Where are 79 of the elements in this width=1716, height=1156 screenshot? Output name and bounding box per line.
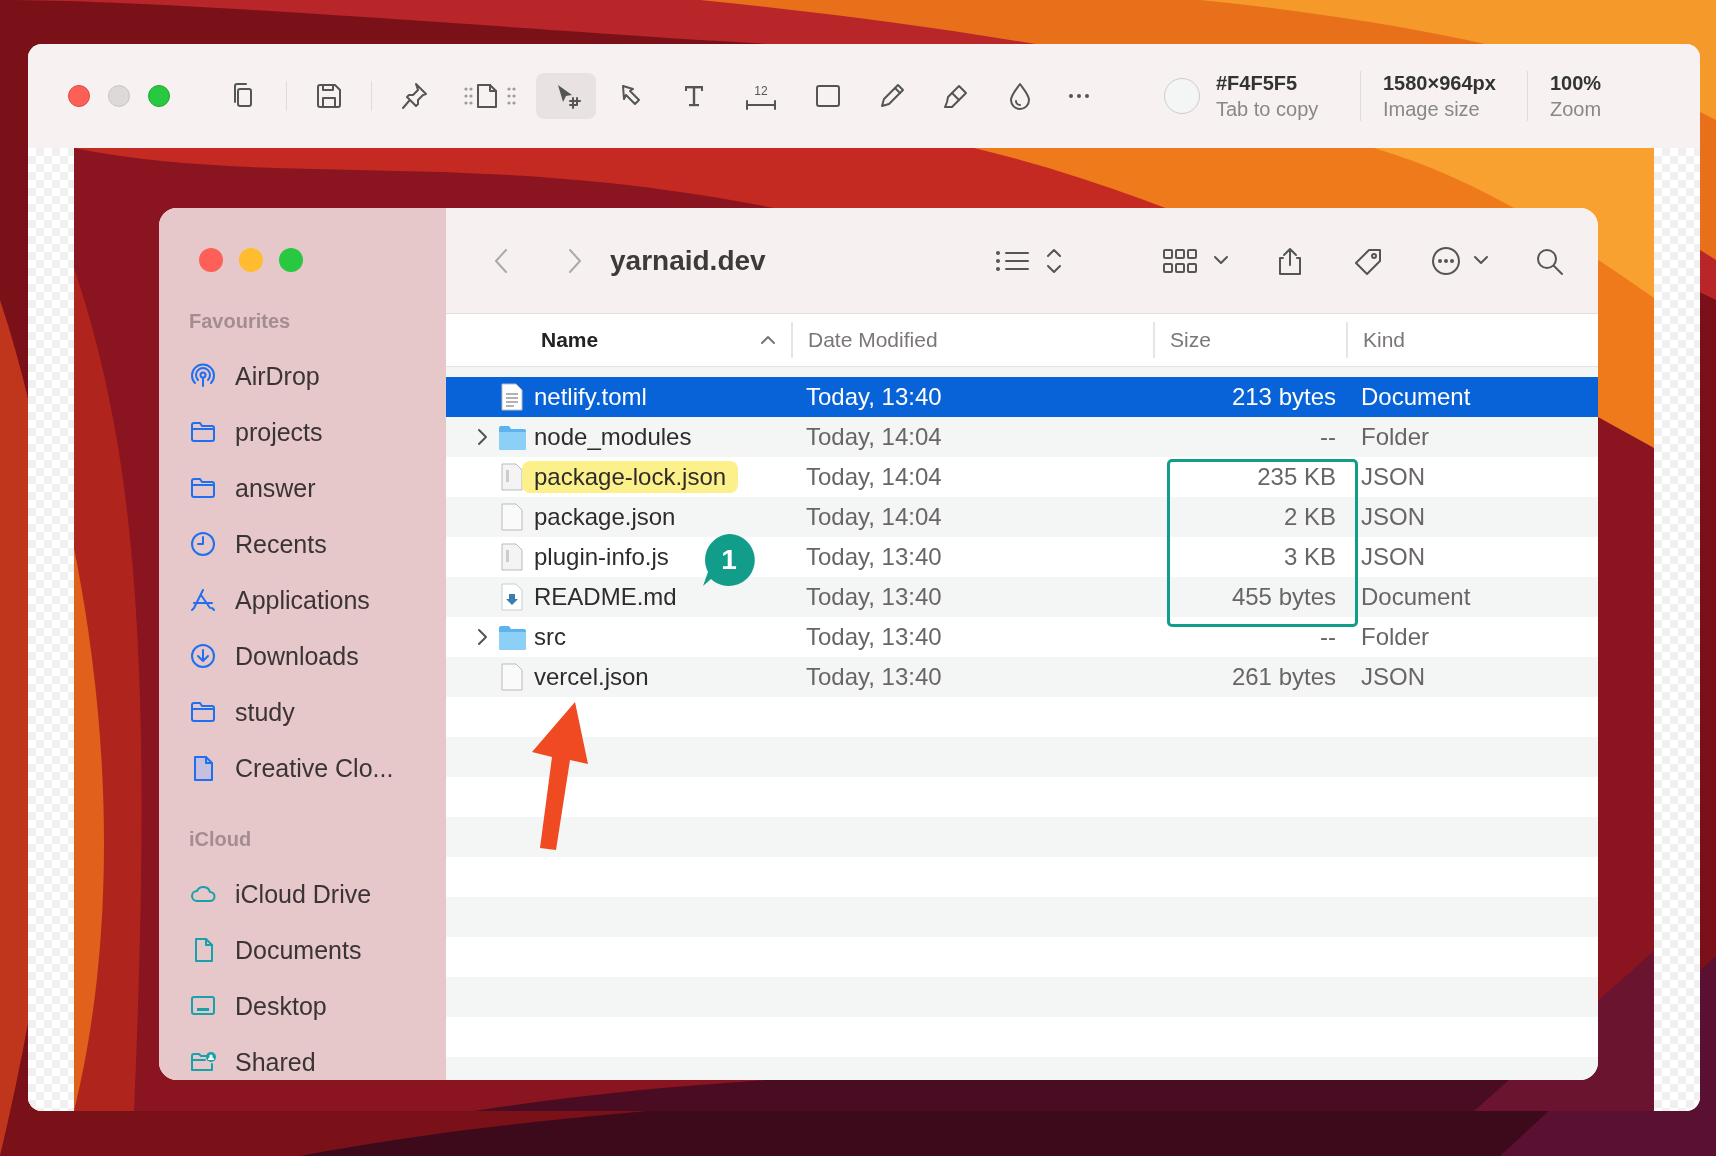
zoom-button[interactable] xyxy=(148,85,170,107)
size-cell-text: -- xyxy=(1319,423,1337,451)
tool-button[interactable]: 12 xyxy=(728,73,794,119)
page-layout-icon xyxy=(463,81,517,111)
date-cell-text: Today, 14:04 xyxy=(805,463,943,491)
date-cell-text: Today, 13:40 xyxy=(805,583,943,611)
sidebar-item[interactable]: Applications xyxy=(189,572,446,628)
file-name: netlify.toml xyxy=(534,383,647,411)
close-button[interactable] xyxy=(68,85,90,107)
kind-cell-text: Document xyxy=(1360,583,1472,611)
sidebar-item[interactable]: Documents xyxy=(189,922,446,978)
file-name: vercel.json xyxy=(534,663,649,691)
save-icon xyxy=(314,81,344,111)
sidebar-item[interactable]: iCloud Drive xyxy=(189,866,446,922)
file-name: plugin-info.js xyxy=(534,543,669,571)
file-name: src xyxy=(534,623,566,651)
kind-cell-text: JSON xyxy=(1360,503,1426,531)
kind-cell-text: Document xyxy=(1360,383,1472,411)
file-name: node_modules xyxy=(534,423,692,451)
clock-icon xyxy=(189,530,217,558)
color-hint: Tab to copy xyxy=(1216,97,1320,121)
sidebar-item[interactable]: Recents xyxy=(189,516,446,572)
date-cell-text: Today, 13:40 xyxy=(805,663,943,691)
window-title: yarnaid.dev xyxy=(610,244,766,277)
kind-cell-text: Folder xyxy=(1360,423,1431,451)
numbered-callout: 1 xyxy=(701,532,757,588)
section-heading: iCloud xyxy=(189,828,253,852)
stat-value: 1580×964px xyxy=(1383,71,1497,95)
file-name: package.json xyxy=(534,503,676,531)
size-cell-text: -- xyxy=(1319,623,1337,651)
date-cell-text: Today, 13:40 xyxy=(805,623,943,651)
sidebar-item[interactable]: AirDrop xyxy=(189,348,446,404)
pin-icon xyxy=(399,81,429,111)
tool-button[interactable] xyxy=(536,73,596,119)
size-cell-text: 213 bytes xyxy=(1230,383,1337,411)
document-icon xyxy=(498,382,526,412)
date-cell-text: Today, 13:40 xyxy=(805,543,943,571)
file-name: README.md xyxy=(534,583,677,611)
more-icon xyxy=(1069,94,1089,98)
file-row[interactable]: netlify.toml Today, 13:40 213 bytes Document xyxy=(446,377,1598,417)
color-value: #F4F5F5 xyxy=(1216,71,1299,95)
section-heading: Favourites xyxy=(189,310,292,334)
kind-cell-text: JSON xyxy=(1360,543,1426,571)
sidebar-item[interactable]: answer xyxy=(189,460,446,516)
sidebar-item[interactable]: study xyxy=(189,684,446,740)
kind-cell-text: JSON xyxy=(1360,463,1426,491)
color-swatch[interactable] xyxy=(1164,78,1200,114)
stat-label: Image size xyxy=(1383,97,1481,121)
json-file-icon xyxy=(498,542,526,572)
download-file-icon xyxy=(498,582,526,612)
file-icon xyxy=(498,662,526,692)
size-cell-text: 3 KB xyxy=(1282,543,1337,571)
column-header[interactable]: Size xyxy=(1153,322,1346,358)
stat-value: 100% xyxy=(1550,71,1603,95)
size-cell-text: 261 bytes xyxy=(1230,663,1337,691)
column-header[interactable]: Name xyxy=(446,322,791,358)
json-file-icon xyxy=(498,462,526,492)
kind-cell-text: Folder xyxy=(1360,623,1431,651)
size-cell-text: 235 KB xyxy=(1256,463,1337,491)
airdrop-icon xyxy=(189,362,217,390)
apps-icon xyxy=(189,586,217,614)
size-cell-text: 455 bytes xyxy=(1230,583,1337,611)
size-cell-text: 2 KB xyxy=(1282,503,1337,531)
more-button[interactable] xyxy=(1430,245,1462,276)
sidebar-item[interactable]: Downloads xyxy=(189,628,446,684)
date-cell-text: Today, 14:04 xyxy=(805,423,943,451)
column-header[interactable]: Kind xyxy=(1346,322,1598,358)
date-cell-text: Today, 13:40 xyxy=(805,383,943,411)
kind-cell-text: JSON xyxy=(1360,663,1426,691)
download-icon xyxy=(189,642,217,670)
stat-label: Zoom xyxy=(1550,97,1603,121)
sidebar-item[interactable]: Desktop xyxy=(189,978,446,1034)
sidebar-item[interactable]: projects xyxy=(189,404,446,460)
highlighted-file-name: package-lock.json xyxy=(522,461,739,493)
file-icon xyxy=(498,502,526,532)
sidebar-item[interactable]: Creative Clo... xyxy=(189,740,446,796)
column-header[interactable]: Date Modified xyxy=(791,322,1153,358)
date-cell-text: Today, 14:04 xyxy=(805,503,943,531)
sidebar-item[interactable]: Shared xyxy=(189,1034,446,1080)
